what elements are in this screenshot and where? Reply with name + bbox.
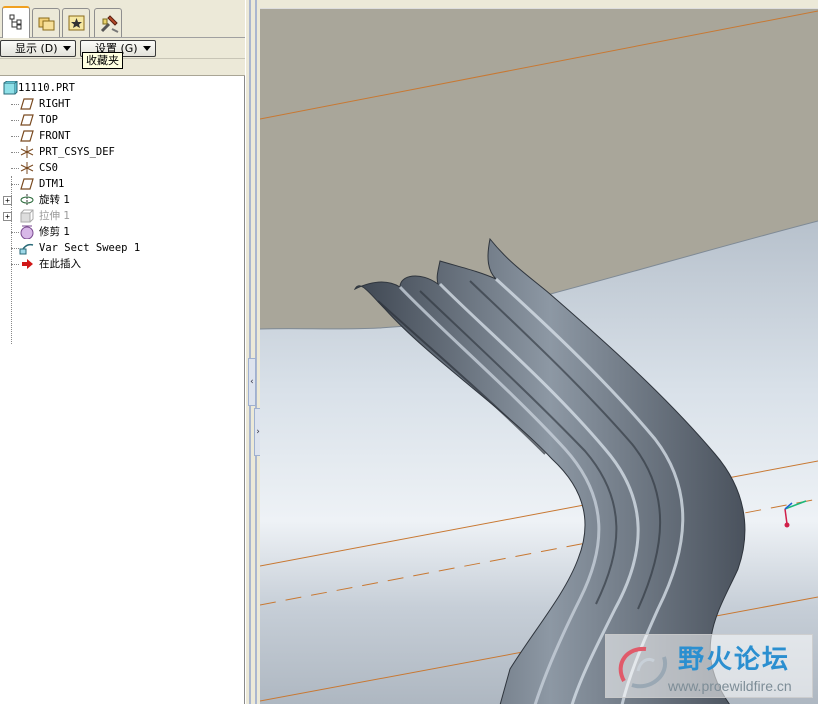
chevron-down-icon	[143, 46, 151, 51]
expand-plus-icon[interactable]: +	[3, 212, 12, 221]
model-navigator-panel: 显示 (D) 设置 (G) 收藏夹 11110.PRT RIGHT TOP FR…	[0, 0, 245, 704]
tree-connector	[11, 264, 19, 265]
tree-item-label: 拉伸 1	[39, 210, 71, 222]
watermark-url: www.proewildfire.cn	[668, 678, 792, 694]
tree-item-label: FRONT	[39, 130, 71, 142]
model-3d-view	[260, 9, 818, 704]
folder-browser-tab[interactable]	[32, 8, 60, 37]
revolve-icon	[20, 194, 34, 206]
tree-connector	[11, 136, 19, 137]
tree-item-label: RIGHT	[39, 98, 71, 110]
part-icon	[3, 81, 18, 95]
tree-connector	[11, 120, 19, 121]
tree-item-label: DTM1	[39, 178, 65, 190]
tools-icon	[100, 15, 119, 33]
forum-logo-icon	[618, 646, 668, 689]
navigator-tab-bar	[0, 0, 245, 38]
datum-plane-icon	[20, 178, 34, 190]
graphics-viewport[interactable]	[260, 8, 818, 704]
tree-connector	[11, 168, 19, 169]
model-tree-icon	[9, 14, 22, 30]
tree-item-label: 在此插入	[39, 258, 81, 270]
tree-item-label: 旋转 1	[39, 194, 71, 206]
coordinate-system-icon	[20, 146, 34, 158]
insert-here-arrow-icon	[22, 259, 33, 269]
tree-connector	[11, 232, 19, 233]
expand-plus-icon[interactable]: +	[3, 196, 12, 205]
favorites-star-icon	[68, 15, 85, 31]
show-menu-button[interactable]: 显示 (D)	[0, 40, 76, 57]
tree-connector	[11, 248, 19, 249]
tree-item-label: PRT_CSYS_DEF	[39, 146, 115, 158]
splitter-line	[255, 0, 257, 704]
connections-tab[interactable]	[94, 8, 122, 37]
tree-item-label: Var Sect Sweep 1	[39, 242, 141, 254]
show-menu-label: 显示 (D)	[15, 42, 58, 55]
watermark-title: 野火论坛	[678, 645, 791, 675]
datum-plane-icon	[20, 114, 34, 126]
variable-sweep-icon	[19, 243, 34, 255]
favorites-tooltip: 收藏夹	[82, 52, 123, 69]
collapse-panel-button[interactable]: ‹	[248, 358, 256, 406]
splitter-line	[249, 0, 251, 704]
tree-item-label: TOP	[39, 114, 58, 126]
tree-connector	[11, 104, 19, 105]
trim-icon	[20, 225, 34, 239]
tree-connector	[11, 184, 19, 185]
datum-plane-icon	[20, 98, 34, 110]
tree-item-label: 修剪 1	[39, 226, 71, 238]
tree-item-label: CS0	[39, 162, 58, 174]
panel-splitter[interactable]: ‹ ›	[245, 0, 262, 704]
favorites-tab[interactable]	[62, 8, 90, 37]
folder-icon	[38, 17, 55, 31]
tree-root-label: 11110.PRT	[18, 82, 75, 94]
extrude-icon	[20, 209, 34, 223]
coordinate-system-icon	[20, 162, 34, 174]
model-tree-tab[interactable]	[2, 6, 30, 38]
chevron-down-icon	[63, 46, 71, 51]
datum-plane-icon	[20, 130, 34, 142]
tree-connector	[11, 152, 19, 153]
forum-watermark: 野火论坛 www.proewildfire.cn	[605, 634, 813, 698]
